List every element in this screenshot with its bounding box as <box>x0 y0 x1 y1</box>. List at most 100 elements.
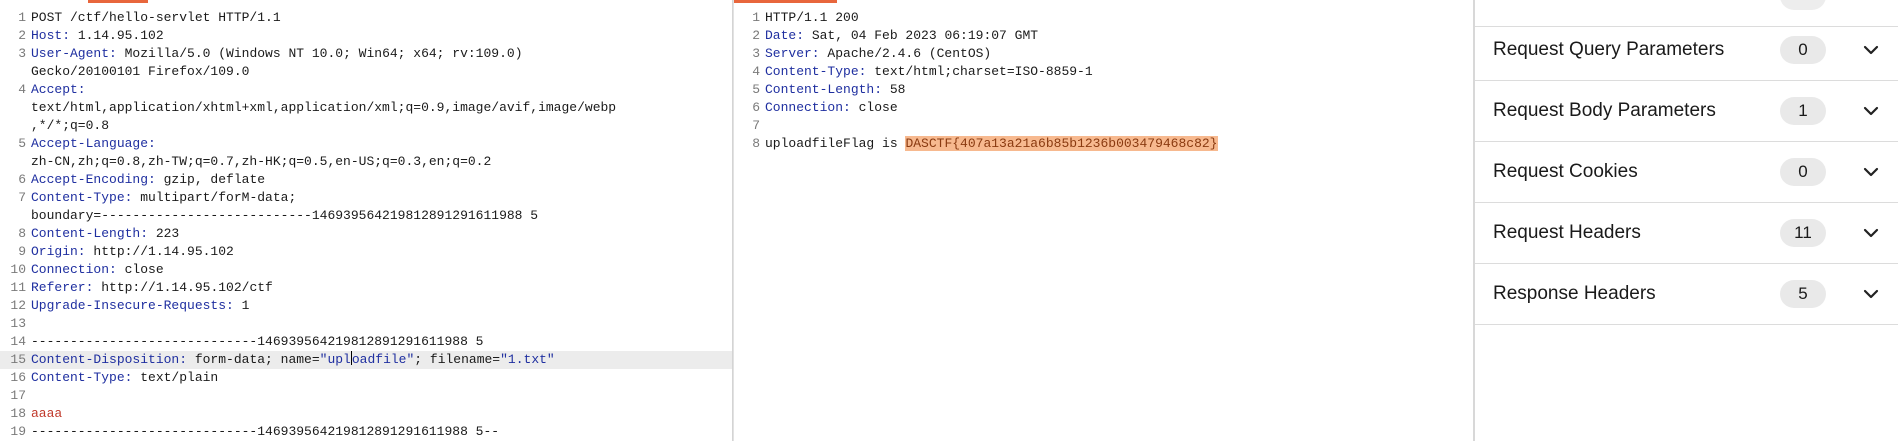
header-name: Connection: <box>31 262 117 277</box>
request-line[interactable]: 10 Connection: close <box>0 261 732 279</box>
request-line[interactable]: 15 Content-Disposition: form-data; name="… <box>0 351 732 369</box>
line-number: 14 <box>10 334 26 349</box>
line-number: 12 <box>10 298 26 313</box>
inspector-section-count: 5 <box>1780 280 1826 308</box>
header-name: Content-Type: <box>31 370 133 385</box>
request-raw-text[interactable]: 1 POST /ctf/hello-servlet HTTP/1.1 2 Host: … <box>0 9 732 441</box>
active-tab-indicator <box>734 0 837 3</box>
response-line[interactable]: 6 Connection: close <box>734 99 1473 117</box>
response-line[interactable]: 7 <box>734 117 1473 135</box>
header-name: Accept-Language: <box>31 136 156 151</box>
chevron-down-icon[interactable] <box>1862 163 1880 181</box>
response-line[interactable]: 3 Server: Apache/2.4.6 (CentOS) <box>734 45 1473 63</box>
inspector-section-count: 0 <box>1780 158 1826 186</box>
request-line[interactable]: 5 Accept-Language: <box>0 135 732 153</box>
header-name: Host: <box>31 28 71 43</box>
request-line[interactable]: 2 Host: 1.14.95.102 <box>0 27 732 45</box>
token: aaaa <box>31 406 63 421</box>
chevron-down-icon[interactable] <box>1862 285 1880 303</box>
line-text: Date: Sat, 04 Feb 2023 06:19:07 GMT <box>765 27 1038 45</box>
response-line[interactable]: 2 Date: Sat, 04 Feb 2023 06:19:07 GMT <box>734 27 1473 45</box>
line-number: 11 <box>10 280 26 295</box>
inspector-section-request-headers[interactable]: Request Headers 11 <box>1475 203 1898 264</box>
request-line[interactable]: 11 Referer: http://1.14.95.102/ctf <box>0 279 732 297</box>
line-number: 8 <box>18 226 26 241</box>
line-text: Content-Type: text/plain <box>31 369 218 387</box>
request-line[interactable]: 4 Accept: <box>0 81 732 99</box>
token: Gecko/20100101 Firefox/109.0 <box>31 64 250 79</box>
line-text: -----------------------------14693956421… <box>31 423 499 441</box>
header-name: Content-Type: <box>31 190 133 205</box>
request-line[interactable]: 9 Origin: http://1.14.95.102 <box>0 243 732 261</box>
inspector-section-request-cookies[interactable]: Request Cookies 0 <box>1475 142 1898 203</box>
response-line[interactable]: 5 Content-Length: 58 <box>734 81 1473 99</box>
response-line[interactable]: 4 Content-Type: text/html;charset=ISO-885… <box>734 63 1473 81</box>
token: 1.14.95.102 <box>70 28 164 43</box>
response-viewer-pane[interactable]: 1 HTTP/1.1 200 2 Date: Sat, 04 Feb 2023 06:… <box>733 0 1474 441</box>
line-text: Gecko/20100101 Firefox/109.0 <box>31 63 249 81</box>
request-line[interactable]: 17 <box>0 387 732 405</box>
line-number: 5 <box>752 82 760 97</box>
request-line[interactable]: 3 User-Agent: Mozilla/5.0 (Windows NT 10.… <box>0 45 732 63</box>
header-name: Connection: <box>765 100 851 115</box>
token: boundary=---------------------------1469… <box>31 208 539 223</box>
inspector-section-label: Response Headers <box>1493 283 1656 304</box>
line-text: Connection: close <box>765 99 898 117</box>
response-line[interactable]: 8 uploadfileFlag is DASCTF{407a13a21a6b85… <box>734 135 1473 153</box>
line-number: 2 <box>752 28 760 43</box>
token: Apache/2.4.6 (CentOS) <box>819 46 992 61</box>
inspector-section-label: Request Body Parameters <box>1493 100 1716 121</box>
request-line[interactable]: 19 -----------------------------146939564… <box>0 423 732 441</box>
request-line[interactable]: 18 aaaa <box>0 405 732 423</box>
chevron-down-icon[interactable] <box>1862 102 1880 120</box>
chevron-down-icon[interactable] <box>1862 224 1880 242</box>
chevron-down-icon[interactable] <box>1862 41 1880 59</box>
line-text: Content-Disposition: form-data; name="up… <box>31 351 555 369</box>
request-line[interactable]: 14 -----------------------------146939564… <box>0 333 732 351</box>
line-text: Connection: close <box>31 261 164 279</box>
token: -----------------------------14693956421… <box>31 424 500 439</box>
request-editor-pane[interactable]: 1 POST /ctf/hello-servlet HTTP/1.1 2 Host: … <box>0 0 733 441</box>
request-line[interactable]: text/html,application/xhtml+xml,applicat… <box>0 99 732 117</box>
header-name: Content-Length: <box>31 226 149 241</box>
line-number: 8 <box>752 136 760 151</box>
line-text: boundary=---------------------------1469… <box>31 207 538 225</box>
response-line[interactable]: 1 HTTP/1.1 200 <box>734 9 1473 27</box>
request-line[interactable]: Gecko/20100101 Firefox/109.0 <box>0 63 732 81</box>
inspector-section-request-query-parameters[interactable]: Request Query Parameters 0 <box>1475 20 1898 81</box>
line-number: 1 <box>18 10 26 25</box>
request-line[interactable]: boundary=---------------------------1469… <box>0 207 732 225</box>
token: close <box>850 100 898 115</box>
line-number: 9 <box>18 244 26 259</box>
line-text: ,*/*;q=0.8 <box>31 117 109 135</box>
response-raw-text[interactable]: 1 HTTP/1.1 200 2 Date: Sat, 04 Feb 2023 06:… <box>734 9 1473 153</box>
token: 223 <box>148 226 180 241</box>
line-number: 18 <box>10 406 26 421</box>
request-line[interactable]: 1 POST /ctf/hello-servlet HTTP/1.1 <box>0 9 732 27</box>
token: POST /ctf/hello-servlet HTTP/1.1 <box>31 10 281 25</box>
line-text: Server: Apache/2.4.6 (CentOS) <box>765 45 991 63</box>
request-line[interactable]: zh-CN,zh;q=0.8,zh-TW;q=0.7,zh-HK;q=0.5,e… <box>0 153 732 171</box>
request-line[interactable]: 16 Content-Type: text/plain <box>0 369 732 387</box>
line-text: Upgrade-Insecure-Requests: 1 <box>31 297 249 315</box>
inspector-section-response-headers[interactable]: Response Headers 5 <box>1475 264 1898 325</box>
request-line[interactable]: ,*/*;q=0.8 <box>0 117 732 135</box>
line-number: 3 <box>752 46 760 61</box>
line-number: 4 <box>18 82 26 97</box>
inspector-section-request-body-parameters[interactable]: Request Body Parameters 1 <box>1475 81 1898 142</box>
line-text: Content-Length: 58 <box>765 81 905 99</box>
request-line[interactable]: 6 Accept-Encoding: gzip, deflate <box>0 171 732 189</box>
request-line[interactable]: 7 Content-Type: multipart/forM-data; <box>0 189 732 207</box>
token: close <box>116 262 164 277</box>
inspector-section-label: Request Cookies <box>1493 161 1638 182</box>
token: text/plain <box>132 370 219 385</box>
line-number: 6 <box>752 100 760 115</box>
inspector-section-count: 1 <box>1780 97 1826 125</box>
request-line[interactable]: 13 <box>0 315 732 333</box>
header-name: Content-Length: <box>765 82 883 97</box>
header-name: Content-Type: <box>765 64 867 79</box>
request-line[interactable]: 12 Upgrade-Insecure-Requests: 1 <box>0 297 732 315</box>
request-line[interactable]: 8 Content-Length: 223 <box>0 225 732 243</box>
line-text: HTTP/1.1 200 <box>765 9 859 27</box>
inspector-section-count: 11 <box>1780 219 1826 247</box>
